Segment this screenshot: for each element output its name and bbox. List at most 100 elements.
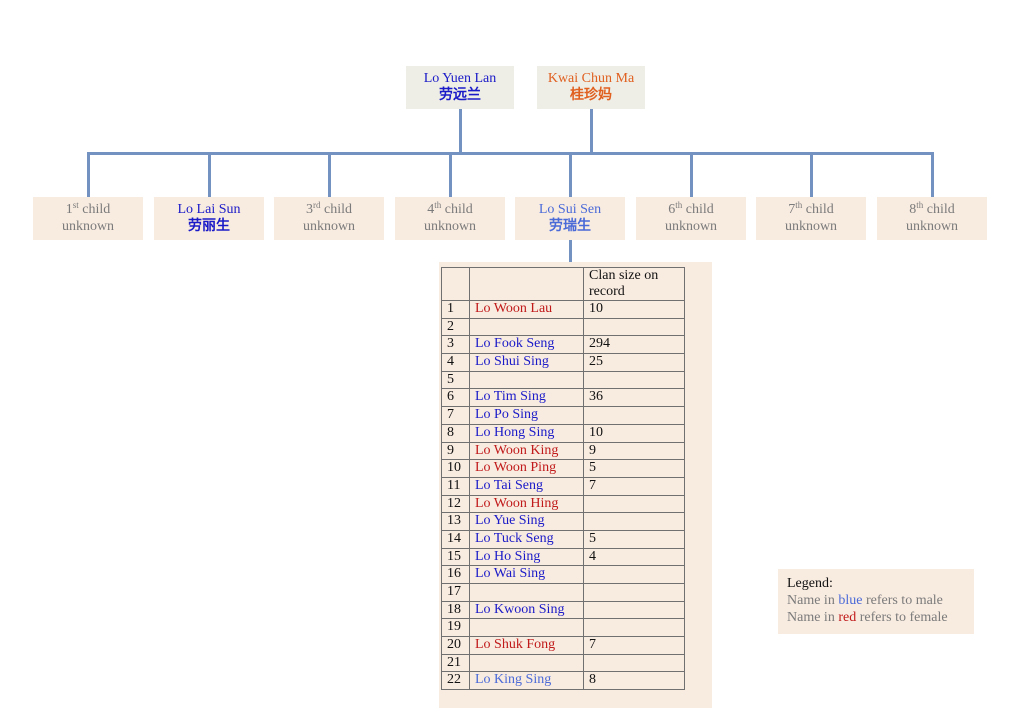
table-row: 19: [441, 618, 685, 638]
descendant-name: Lo Tim Sing: [469, 388, 584, 408]
row-number: 3: [441, 335, 470, 355]
header-cell: [469, 267, 584, 301]
row-number: 22: [441, 671, 470, 691]
parent-box-father: Lo Yuen Lan 劳远兰: [406, 66, 514, 109]
child-status: unknown: [784, 219, 838, 234]
connector-line: [569, 240, 572, 263]
table-row: 4 Lo Shui Sing 25: [441, 353, 685, 372]
descendant-name: Lo King Sing: [469, 671, 584, 691]
row-number: 17: [441, 583, 470, 602]
clan-size: 7: [583, 476, 685, 496]
clan-size: 294: [583, 335, 685, 355]
child-status: unknown: [664, 219, 718, 234]
descendant-name: Lo Shui Sing: [469, 353, 584, 372]
descendant-name: Lo Tuck Seng: [469, 529, 584, 549]
clan-size: 5: [583, 459, 685, 478]
parent-name: Lo Yuen Lan: [423, 71, 497, 86]
legend-text: refers to female: [856, 610, 948, 625]
child-box-lo-lai-sun: Lo Lai Sun 劳丽生: [154, 197, 264, 240]
child-chinese-name: 劳丽生: [188, 219, 230, 234]
row-number: 20: [441, 636, 470, 655]
row-number: 7: [441, 406, 470, 425]
table-row: 11 Lo Tai Seng 7: [441, 476, 685, 496]
row-number: 12: [441, 494, 470, 514]
header-cell: [441, 267, 470, 301]
descendant-name: Lo Fook Seng: [469, 335, 584, 355]
child-ordinal: 7th child: [788, 200, 834, 218]
row-number: 9: [441, 441, 470, 461]
child-box-lo-sui-sen: Lo Sui Sen 劳瑞生: [515, 197, 625, 240]
child-box-unknown: 6th child unknown: [636, 197, 746, 240]
descendant-name: Lo Kwoon Sing: [469, 600, 584, 620]
descendant-name: Lo Tai Seng: [469, 476, 584, 496]
table-row: 3 Lo Fook Seng 294: [441, 335, 685, 355]
legend-text: Name in: [787, 610, 839, 625]
row-number: 19: [441, 618, 470, 638]
parent-chinese-name: 桂珍妈: [570, 88, 612, 103]
clan-size: [583, 653, 685, 673]
legend: Legend: Name in blue refers to male Name…: [778, 569, 974, 634]
table-row: 5: [441, 370, 685, 390]
child-ordinal: 1st child: [65, 200, 111, 218]
descendants-table: Clan size on record 1 Lo Woon Lau 10 2 3 Lo F…: [441, 267, 685, 691]
descendant-name: Lo Yue Sing: [469, 512, 584, 531]
descendant-name: [469, 317, 584, 337]
child-ordinal: 8th child: [909, 200, 955, 218]
descendant-name: Lo Shuk Fong: [469, 636, 584, 655]
row-number: 5: [441, 370, 470, 390]
legend-word-red: red: [838, 610, 857, 625]
table-row: 7 Lo Po Sing: [441, 406, 685, 425]
descendant-name: Lo Woon King: [469, 441, 584, 461]
table-row: 14 Lo Tuck Seng 5: [441, 529, 685, 549]
descendant-name: Lo Woon Ping: [469, 459, 584, 478]
table-row: 18 Lo Kwoon Sing: [441, 600, 685, 620]
child-status: unknown: [302, 219, 356, 234]
clan-size: [583, 618, 685, 638]
row-number: 11: [441, 476, 470, 496]
table-row: 8 Lo Hong Sing 10: [441, 423, 685, 443]
child-status: unknown: [905, 219, 959, 234]
clan-size: [583, 317, 685, 337]
table-header-row: Clan size on record: [441, 267, 685, 301]
row-number: 1: [441, 300, 470, 319]
table-row: 15 Lo Ho Sing 4: [441, 547, 685, 567]
descendant-name: [469, 370, 584, 390]
connector-line: [569, 152, 572, 197]
child-box-unknown: 7th child unknown: [756, 197, 866, 240]
clan-size: [583, 494, 685, 514]
table-row: 16 Lo Wai Sing: [441, 565, 685, 584]
table-row: 20 Lo Shuk Fong 7: [441, 636, 685, 655]
clan-size: 8: [583, 671, 685, 691]
row-number: 10: [441, 459, 470, 478]
legend-text: refers to male: [862, 593, 943, 608]
connector-line: [690, 152, 693, 197]
connector-line: [328, 152, 331, 197]
child-name: Lo Lai Sun: [177, 202, 241, 217]
descendant-name: [469, 583, 584, 602]
child-chinese-name: 劳瑞生: [549, 219, 591, 234]
clan-size: 36: [583, 388, 685, 408]
child-status: unknown: [423, 219, 477, 234]
header-cell-clan-size: Clan size on record: [583, 267, 685, 301]
table-row: 13 Lo Yue Sing: [441, 512, 685, 531]
legend-word-blue: blue: [838, 593, 863, 608]
clan-size: [583, 512, 685, 531]
row-number: 13: [441, 512, 470, 531]
table-row: 9 Lo Woon King 9: [441, 441, 685, 461]
connector-line: [449, 152, 452, 197]
connector-line: [208, 152, 211, 197]
descendant-name: Lo Ho Sing: [469, 547, 584, 567]
clan-size: 10: [583, 423, 685, 443]
table-row: 12 Lo Woon Hing: [441, 494, 685, 514]
table-row: 10 Lo Woon Ping 5: [441, 459, 685, 478]
clan-size: [583, 600, 685, 620]
clan-size: [583, 406, 685, 425]
clan-size: 10: [583, 300, 685, 319]
table-row: 2: [441, 317, 685, 337]
child-ordinal: 3rd child: [306, 200, 352, 218]
clan-size: 5: [583, 529, 685, 549]
sibling-bar: [87, 152, 932, 155]
row-number: 18: [441, 600, 470, 620]
row-number: 16: [441, 565, 470, 584]
descendant-name: [469, 618, 584, 638]
